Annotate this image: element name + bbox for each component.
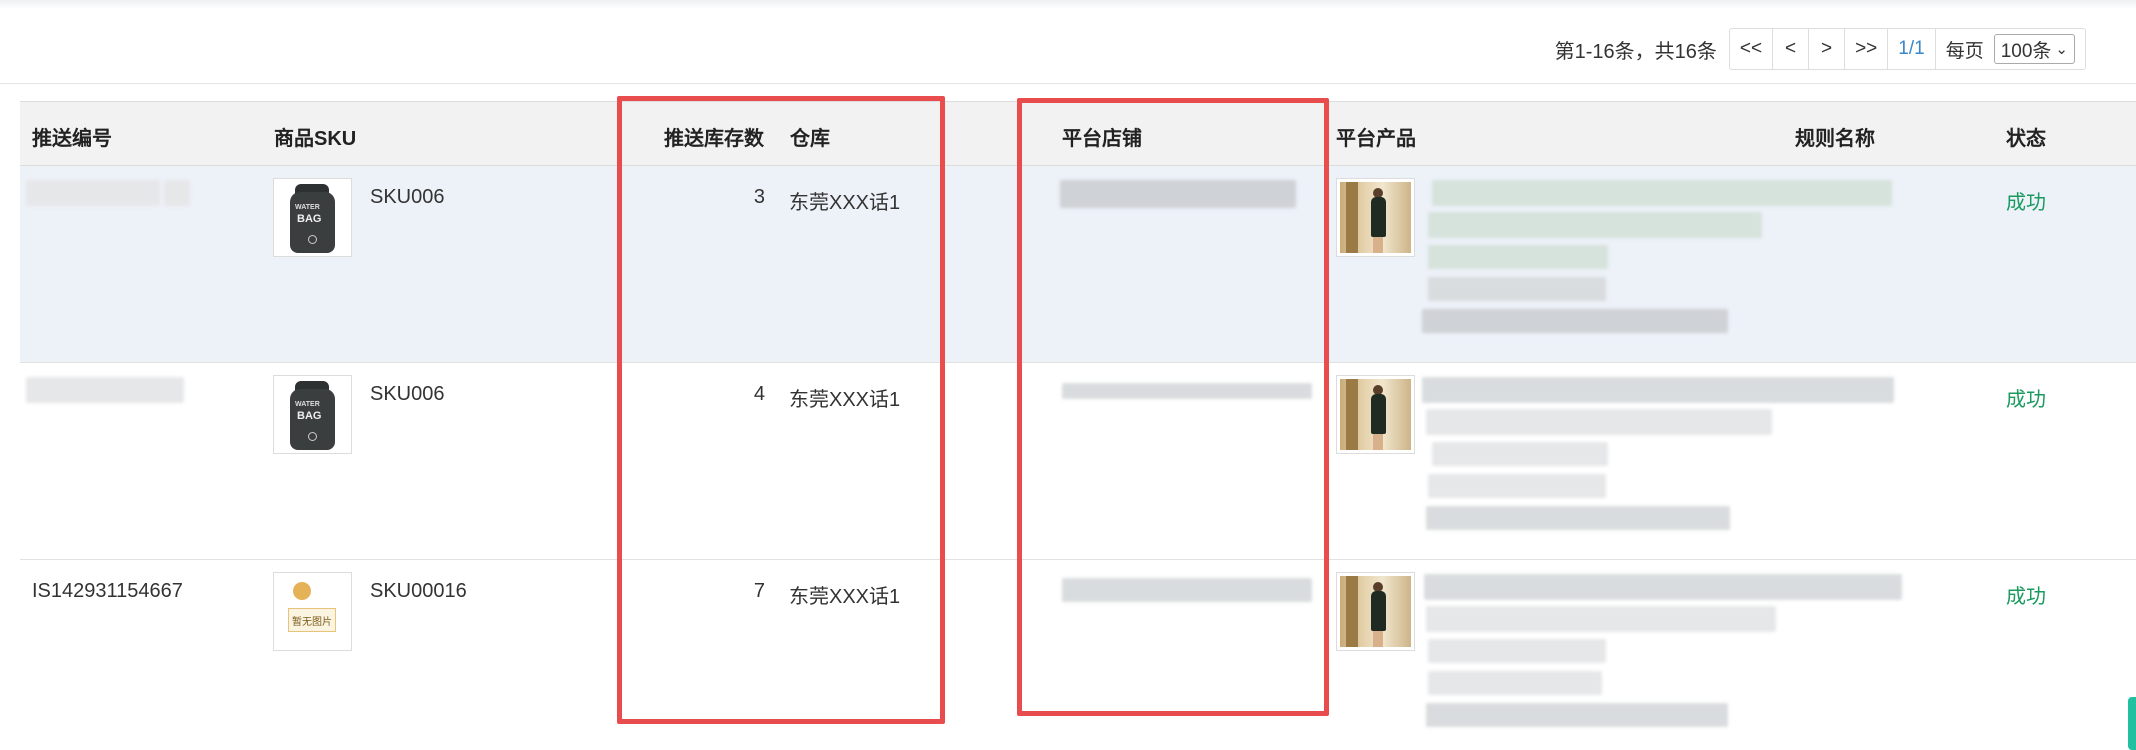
table-row[interactable]: WATER BAG SKU006 3 东莞XXX话1 成功 [20, 166, 2136, 363]
warehouse-name: 东莞XXX话1 [789, 192, 901, 214]
per-page-control: 每页 100条 ⌄ [1934, 28, 2086, 70]
push-qty: 4 [753, 383, 765, 405]
table-header: 推送编号 商品SKU 推送库存数 仓库 平台店铺 平台产品 规则名称 状态 [20, 101, 2136, 166]
col-push-qty: 推送库存数 [664, 128, 764, 150]
pagination-summary: 第1-16条，共16条 [1554, 40, 1717, 63]
warehouse-name: 东莞XXX话1 [789, 586, 901, 608]
push-qty: 7 [753, 580, 765, 602]
next-page-button[interactable]: > [1808, 28, 1846, 70]
store-name-redacted [1060, 180, 1296, 208]
photo-legs [1373, 434, 1383, 450]
photo-legs [1373, 237, 1383, 253]
product-image [1336, 375, 1415, 454]
store-name-redacted [1062, 578, 1312, 602]
photo-frame [1346, 182, 1358, 253]
product-title-redacted [1426, 506, 1730, 530]
per-page-value: 100条 [2000, 40, 2052, 62]
last-page-button[interactable]: >> [1844, 28, 1889, 70]
col-status: 状态 [2006, 128, 2046, 150]
product-photo [1340, 182, 1411, 253]
per-page-select[interactable]: 100条 ⌄ [1993, 34, 2075, 64]
col-product: 平台产品 [1336, 128, 1416, 150]
product-title-redacted [1424, 574, 1902, 600]
water-bag-text-main: BAG [297, 410, 322, 422]
push-table: 推送编号 商品SKU 推送库存数 仓库 平台店铺 平台产品 规则名称 状态 WA… [20, 101, 2136, 750]
water-bag-logo [308, 235, 317, 244]
pagination: 第1-16条，共16条 << < > >> 1/1 每页 100条 ⌄ [1555, 27, 2086, 71]
product-title-redacted [1426, 606, 1776, 632]
status-badge: 成功 [2006, 586, 2046, 608]
first-page-button[interactable]: << [1728, 28, 1774, 70]
product-title-redacted [1422, 377, 1894, 403]
status-badge: 成功 [2006, 389, 2046, 411]
product-title-redacted [1428, 671, 1602, 695]
product-title-redacted [1426, 703, 1728, 727]
push-qty: 3 [753, 186, 765, 208]
product-image [1336, 572, 1415, 651]
photo-person [1371, 591, 1386, 631]
per-page-label: 每页 [1945, 40, 1984, 62]
col-warehouse: 仓库 [790, 128, 830, 150]
photo-person [1371, 197, 1386, 237]
chevron-down-icon: ⌄ [2055, 41, 2068, 58]
product-title-redacted [1428, 639, 1606, 663]
toolbar-shadow [0, 0, 2136, 9]
status-badge: 成功 [2006, 192, 2046, 214]
product-title-redacted [1428, 212, 1762, 238]
prev-page-button[interactable]: < [1772, 28, 1810, 70]
photo-frame [1346, 576, 1358, 647]
product-title-redacted [1426, 409, 1772, 435]
toolbar: 第1-16条，共16条 << < > >> 1/1 每页 100条 ⌄ [0, 0, 2136, 84]
photo-person [1371, 394, 1386, 434]
no-image-label: 暂无图片 [288, 608, 336, 632]
col-rule: 规则名称 [1795, 128, 1875, 150]
store-name-redacted [1062, 383, 1312, 399]
product-image [1336, 178, 1415, 257]
photo-legs [1373, 631, 1383, 647]
product-title-redacted [1432, 442, 1608, 466]
current-page[interactable]: 1/1 [1887, 28, 1936, 70]
side-tab[interactable] [2128, 697, 2136, 750]
product-title-redacted [1422, 309, 1728, 333]
product-title-redacted [1432, 180, 1892, 206]
table-row[interactable]: IS142931154667 暂无图片 SKU00016 7 东莞XXX话1 成… [20, 560, 2136, 750]
warehouse-name: 东莞XXX话1 [789, 389, 901, 411]
water-bag-logo [308, 432, 317, 441]
col-sku: 商品SKU [274, 128, 357, 150]
photo-frame [1346, 379, 1358, 450]
product-title-redacted [1428, 245, 1608, 269]
product-photo [1340, 576, 1411, 647]
product-title-redacted [1428, 474, 1606, 498]
table-row[interactable]: WATER BAG SKU006 4 东莞XXX话1 成功 [20, 363, 2136, 560]
col-push-no: 推送编号 [32, 128, 112, 150]
water-bag-text-main: BAG [297, 213, 322, 225]
product-title-redacted [1428, 277, 1606, 301]
product-photo [1340, 379, 1411, 450]
col-store: 平台店铺 [1062, 128, 1142, 150]
